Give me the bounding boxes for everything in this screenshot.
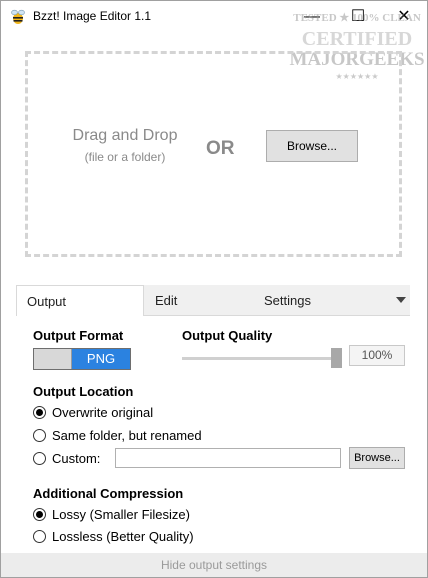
- radio-label: Custom:: [52, 451, 101, 466]
- radio-button[interactable]: [33, 429, 46, 442]
- browse-button[interactable]: Browse...: [266, 130, 358, 162]
- drop-zone[interactable]: Drag and Drop (file or a folder) OR Brow…: [25, 51, 402, 257]
- output-format-label: Output Format: [33, 328, 124, 343]
- output-location-label: Output Location: [33, 384, 134, 399]
- radio-label: Lossless (Better Quality): [52, 529, 194, 544]
- tab-output[interactable]: Output: [16, 285, 144, 317]
- custom-path-input[interactable]: [115, 448, 341, 468]
- drag-and-drop-hint: (file or a folder): [84, 150, 166, 164]
- quality-slider-thumb[interactable]: [331, 348, 342, 368]
- window-title: Bzzt! Image Editor 1.1: [33, 9, 152, 23]
- radio-label: Same folder, but renamed: [52, 428, 202, 443]
- output-quality-label: Output Quality: [182, 328, 273, 343]
- radio-button[interactable]: [33, 508, 46, 521]
- chevron-down-icon[interactable]: [396, 297, 406, 303]
- tab-bar: Output Edit Settings: [16, 285, 410, 317]
- tab-edit[interactable]: Edit: [155, 285, 177, 316]
- quality-value: 100%: [349, 345, 405, 366]
- hide-output-settings-button[interactable]: Hide output settings: [1, 553, 427, 577]
- drag-and-drop-label: Drag and Drop: [72, 127, 178, 144]
- additional-compression-label: Additional Compression: [33, 486, 184, 501]
- radio-button[interactable]: [33, 530, 46, 543]
- custom-browse-button[interactable]: Browse...: [349, 447, 405, 469]
- output-panel: Output Format PNG Output Quality 100% Ou…: [16, 316, 410, 552]
- bee-icon: [11, 9, 25, 24]
- format-toggle-off[interactable]: [34, 349, 72, 369]
- app-window: Bzzt! Image Editor 1.1 — ☐ ✕ TESTED ★ 10…: [0, 0, 428, 578]
- radio-label: Overwrite original: [52, 405, 154, 420]
- radio-button[interactable]: [33, 452, 46, 465]
- format-toggle-value[interactable]: PNG: [72, 349, 130, 369]
- quality-slider-track[interactable]: [182, 357, 340, 360]
- format-toggle[interactable]: PNG: [33, 348, 131, 370]
- svg-text:CERTIFIED: CERTIFIED: [302, 28, 412, 50]
- svg-text:TESTED ★ 100% CLEAN: TESTED ★ 100% CLEAN: [293, 12, 421, 24]
- radio-button[interactable]: [33, 406, 46, 419]
- or-label: OR: [206, 138, 235, 159]
- radio-label: Lossy (Smaller Filesize): [52, 507, 190, 522]
- tab-settings[interactable]: Settings: [264, 285, 311, 316]
